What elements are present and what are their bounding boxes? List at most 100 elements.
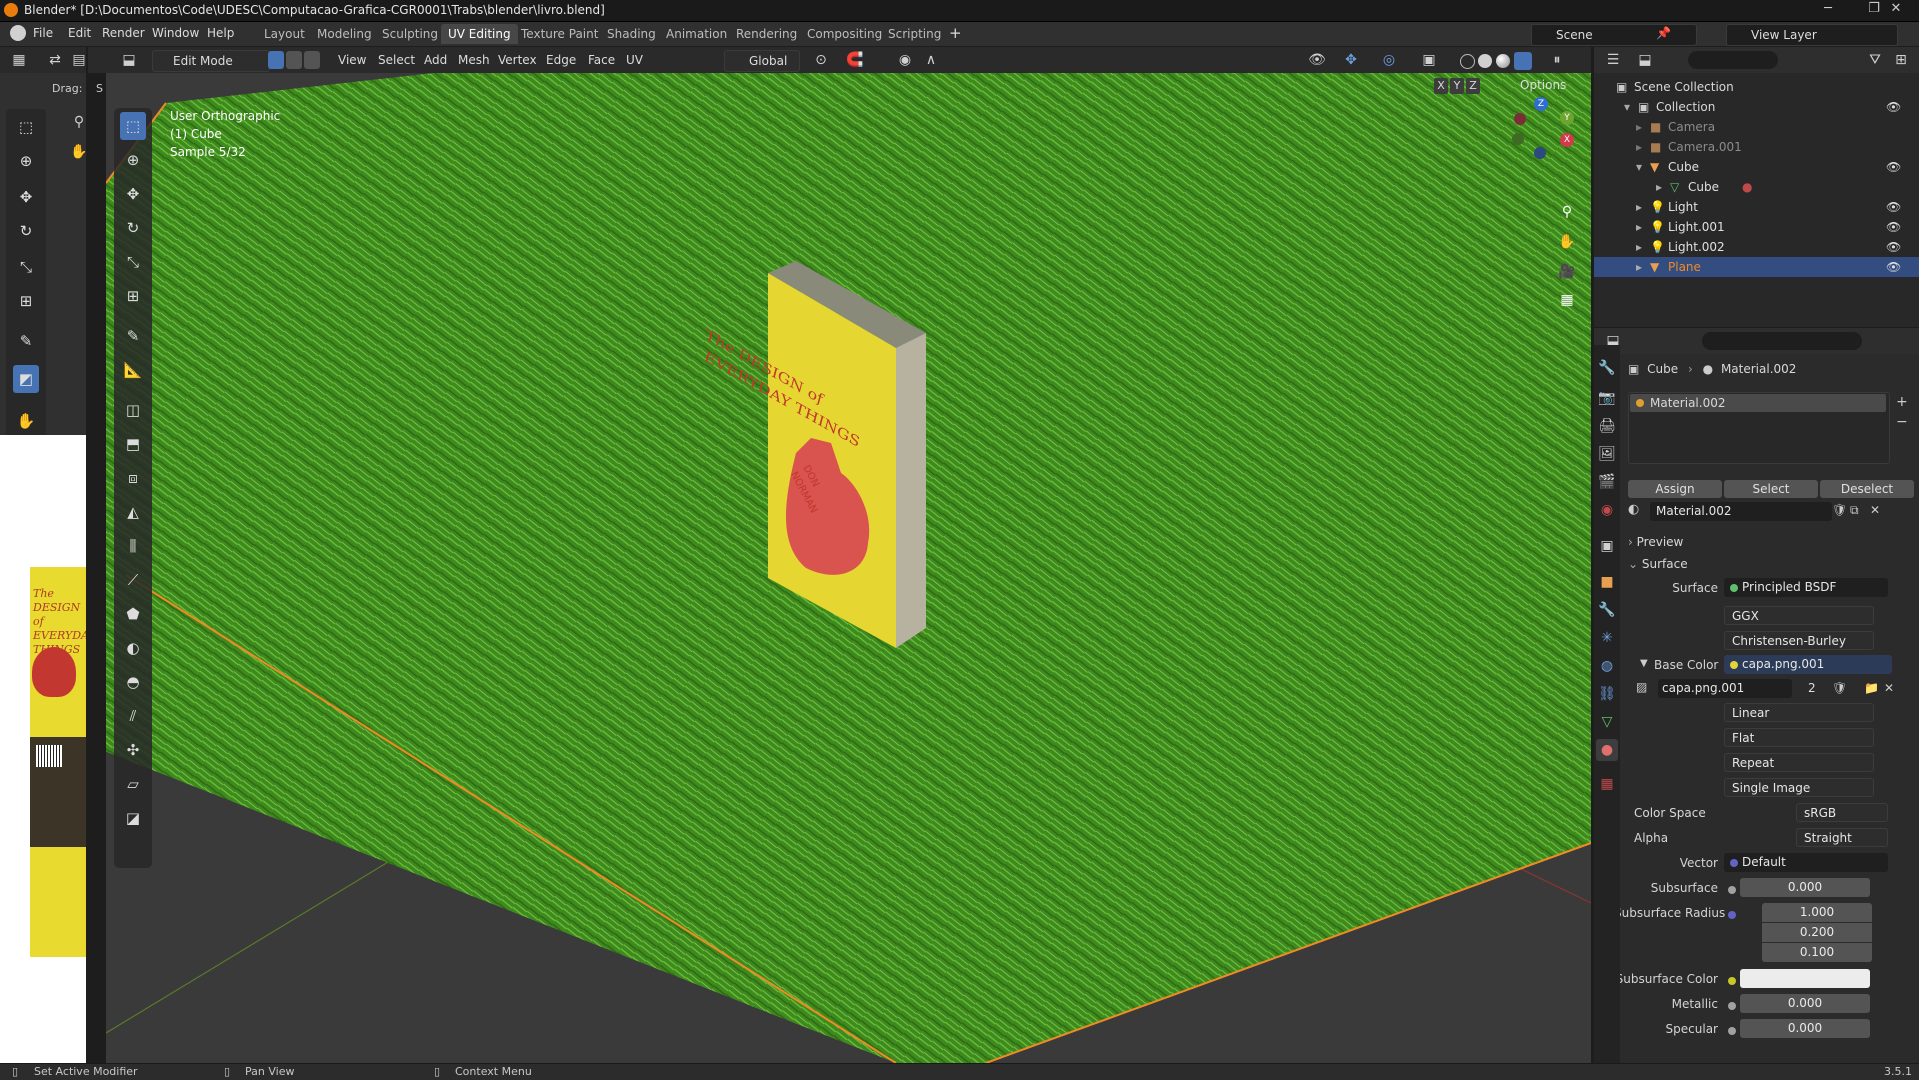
particles-tab-icon[interactable]: ✳ xyxy=(1596,627,1618,649)
surface-shader-field[interactable]: Principled BSDF xyxy=(1724,578,1888,597)
outliner-item-light-001[interactable]: ▸ 💡 Light.001 👁 xyxy=(1594,217,1919,237)
world-tab-icon[interactable]: ◉ xyxy=(1596,499,1618,521)
outliner-item-plane[interactable]: ▸ ▼ Plane 👁 xyxy=(1594,257,1919,277)
subsurface-radius-y[interactable]: 0.200 xyxy=(1762,923,1872,942)
scale-tool-icon[interactable]: ⤡ xyxy=(13,253,39,281)
cube-visibility-icon[interactable]: 👁 xyxy=(1886,157,1901,177)
vp-shrink-icon[interactable]: ✣ xyxy=(120,736,146,764)
color-space-dropdown[interactable]: sRGB xyxy=(1796,803,1888,822)
gizmo-y-icon[interactable]: Y xyxy=(1560,111,1574,125)
material-shading-icon[interactable] xyxy=(1496,54,1510,68)
grab-tool-icon[interactable]: ✋ xyxy=(13,407,39,435)
image-browse-icon[interactable]: ▨ xyxy=(1636,680,1647,694)
zoom-icon[interactable]: ⚲ xyxy=(68,111,90,133)
vp-inset-icon[interactable]: ⧈ xyxy=(120,464,146,492)
properties-search[interactable] xyxy=(1702,332,1862,350)
outliner-item-light-002[interactable]: ▸ 💡 Light.002 👁 xyxy=(1594,237,1919,257)
assign-button[interactable]: Assign xyxy=(1628,480,1722,498)
vp-add-cube-icon[interactable]: ◫ xyxy=(120,396,146,424)
pan-hand-icon[interactable]: ✋ xyxy=(68,141,90,163)
menu-face[interactable]: Face xyxy=(588,53,615,67)
vp-measure-icon[interactable]: 📐 xyxy=(120,356,146,384)
data-tab-icon[interactable]: ▽ xyxy=(1596,711,1618,733)
pan-viewport-icon[interactable]: ✋ xyxy=(1556,231,1578,253)
proportional-edit-icon[interactable]: ◉ xyxy=(894,49,916,71)
vp-cursor-icon[interactable]: ⊕ xyxy=(120,146,146,174)
plane-visibility-icon[interactable]: 👁 xyxy=(1886,257,1901,277)
collection-tab-icon[interactable]: ▣ xyxy=(1596,535,1618,557)
menu-edit[interactable]: Edit xyxy=(68,26,91,40)
view-layer-selector[interactable]: View Layer xyxy=(1726,24,1898,46)
menu-render[interactable]: Render xyxy=(102,26,145,40)
options-dropdown[interactable]: Options xyxy=(1520,78,1566,92)
constraints-tab-icon[interactable]: ⛓ xyxy=(1596,683,1618,705)
view-layer-tab-icon[interactable]: 🖼 xyxy=(1596,443,1618,465)
mode-selector[interactable]: Edit Mode xyxy=(152,50,270,72)
collection-visibility-icon[interactable]: 👁 xyxy=(1886,97,1901,117)
new-collection-icon[interactable]: ⊞ xyxy=(1890,49,1912,71)
tab-layout[interactable]: Layout xyxy=(257,24,312,44)
texture-tab-icon[interactable]: ▦ xyxy=(1596,773,1618,795)
select-tool-icon[interactable]: ⬚ xyxy=(13,113,39,141)
gizmo-z-icon[interactable]: Z xyxy=(1534,97,1548,111)
rip-tool-icon[interactable]: ◩ xyxy=(13,365,39,393)
vp-bevel-icon[interactable]: ◭ xyxy=(120,498,146,526)
pause-render-icon[interactable]: ⏸ xyxy=(1546,49,1568,71)
visibility-icon[interactable]: 👁 xyxy=(1306,49,1328,71)
transform-tool-icon[interactable]: ⊞ xyxy=(13,287,39,315)
mirror-x-button[interactable]: X xyxy=(1434,78,1448,94)
viewport-editor-type-icon[interactable]: ⬓ xyxy=(118,49,140,71)
tab-uv-editing[interactable]: UV Editing xyxy=(441,24,518,44)
extension-dropdown[interactable]: Repeat xyxy=(1724,753,1874,772)
outliner-editor-icon[interactable]: ☰ xyxy=(1602,49,1624,71)
image-open-icon[interactable]: 📁 xyxy=(1864,681,1879,695)
3d-viewport[interactable]: The DESIGN of EVERYDAY THINGS DON NORMAN… xyxy=(106,73,1591,1063)
nav-gizmo[interactable]: Z Y X xyxy=(1498,97,1578,177)
vp-rip-icon[interactable]: ◪ xyxy=(120,804,146,832)
editor-type-icon[interactable]: ▦ xyxy=(8,49,30,71)
menu-uv[interactable]: UV xyxy=(626,53,643,67)
physics-tab-icon[interactable]: ◍ xyxy=(1596,655,1618,677)
select-button[interactable]: Select xyxy=(1724,480,1818,498)
vp-transform-icon[interactable]: ⊞ xyxy=(120,282,146,310)
metallic-value-field[interactable]: 0.000 xyxy=(1740,994,1870,1013)
vp-rotate-icon[interactable]: ↻ xyxy=(120,214,146,242)
light-visibility-icon[interactable]: 👁 xyxy=(1886,237,1901,257)
outliner-item-light[interactable]: ▸ 💡 Light 👁 xyxy=(1594,197,1919,217)
snap-icon[interactable]: 🧲 xyxy=(844,49,866,71)
outliner-item-cube[interactable]: ▾ ▼ Cube 👁 xyxy=(1594,157,1919,177)
object-tab-icon[interactable]: ■ xyxy=(1596,571,1618,593)
modifier-tab-icon[interactable]: 🔧 xyxy=(1596,599,1618,621)
tab-shading[interactable]: Shading xyxy=(600,24,663,44)
vertex-select-icon[interactable] xyxy=(268,51,284,69)
outliner-item-cube-mesh[interactable]: ▸ ▽ Cube ● xyxy=(1594,177,1919,197)
vp-shear-icon[interactable]: ▱ xyxy=(120,770,146,798)
camera-view-icon[interactable]: 🎥 xyxy=(1556,261,1578,283)
transform-orientation-selector[interactable]: Global xyxy=(724,50,800,72)
material-tab-icon[interactable]: ● xyxy=(1596,739,1618,761)
cursor-tool-icon[interactable]: ⊕ xyxy=(13,147,39,175)
duplicate-material-icon[interactable]: ⧉ xyxy=(1850,503,1859,518)
vp-move-icon[interactable]: ✥ xyxy=(120,180,146,208)
unlink-material-icon[interactable]: ✕ xyxy=(1870,503,1880,517)
uv-sync-icon[interactable]: ⇄ xyxy=(44,49,66,71)
distribution-dropdown[interactable]: GGX xyxy=(1724,606,1874,625)
remove-slot-icon[interactable]: − xyxy=(1896,414,1908,430)
collection-row[interactable]: ▾ ▣ Collection 👁 xyxy=(1594,97,1919,117)
base-color-expand-icon[interactable]: ▼ xyxy=(1640,658,1648,669)
gizmo-icon[interactable]: ✥ xyxy=(1340,49,1362,71)
tab-rendering[interactable]: Rendering xyxy=(729,24,804,44)
gizmo-negz-icon[interactable] xyxy=(1534,147,1546,159)
tab-compositing[interactable]: Compositing xyxy=(800,24,889,44)
output-tab-icon[interactable]: 🖨 xyxy=(1596,415,1618,437)
scene-tab-icon[interactable]: 🎬 xyxy=(1596,471,1618,493)
interpolation-dropdown[interactable]: Linear xyxy=(1724,703,1874,722)
material-name-field[interactable]: Material.002 xyxy=(1650,502,1832,521)
blender-menu-icon[interactable] xyxy=(10,25,26,41)
rendered-shading-icon[interactable] xyxy=(1514,52,1532,70)
gizmo-x-icon[interactable]: X xyxy=(1560,133,1574,147)
surface-panel-header[interactable]: ⌄ Surface xyxy=(1628,554,1918,574)
solid-shading-icon[interactable] xyxy=(1478,54,1492,68)
uv-select-mode-icon[interactable]: ▤ xyxy=(68,49,90,71)
menu-window[interactable]: Window xyxy=(152,26,199,40)
